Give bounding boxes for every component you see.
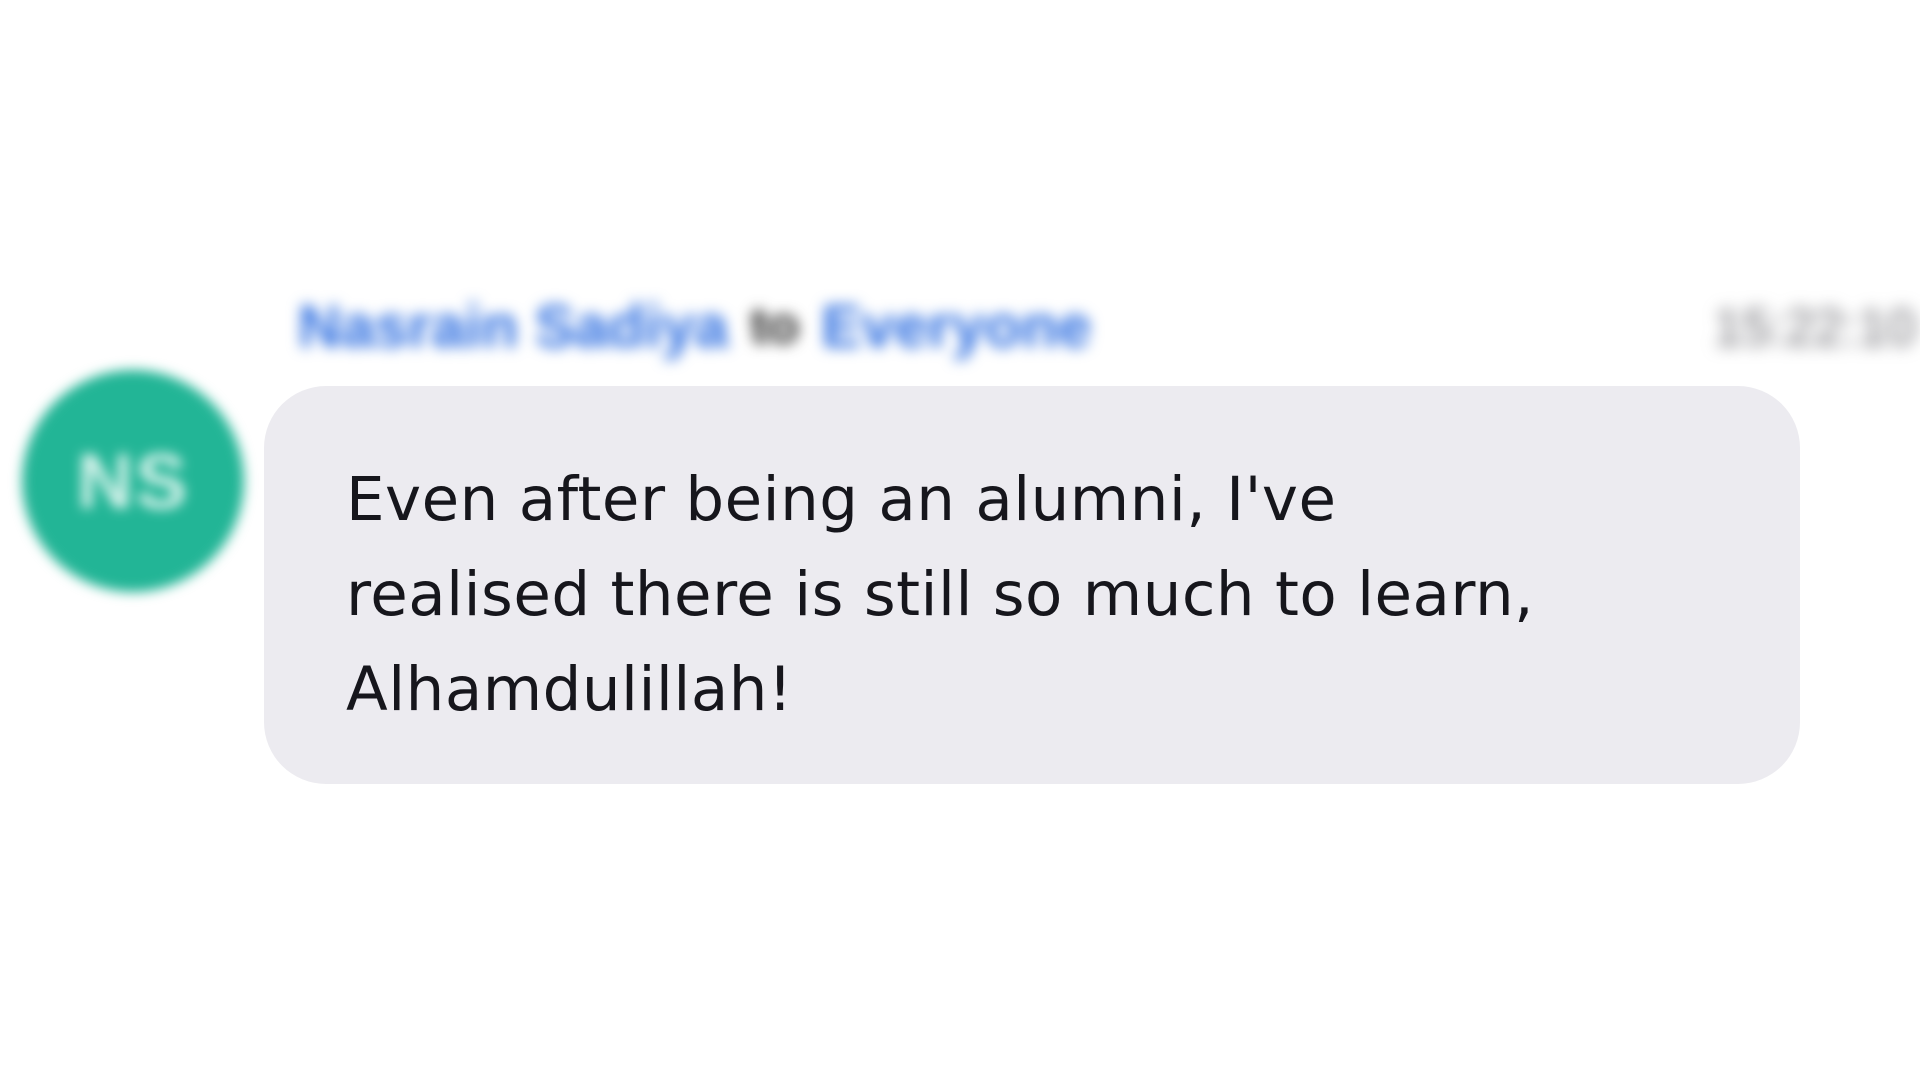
- recipient-name[interactable]: Everyone: [821, 292, 1091, 361]
- message-timestamp: 15:22:10: [1713, 299, 1916, 357]
- message-text: Even after being an alumni, I've realise…: [346, 464, 1534, 725]
- message-header: Nasrain Sadiya to Everyone: [298, 288, 1091, 364]
- sender-connector: to: [750, 297, 800, 355]
- chat-panel: Nasrain Sadiya to Everyone 15:22:10 NS E…: [0, 0, 1920, 1080]
- sender-name[interactable]: Nasrain Sadiya: [298, 292, 728, 361]
- avatar: NS: [22, 370, 244, 592]
- avatar-initials: NS: [76, 436, 190, 525]
- chat-message: Nasrain Sadiya to Everyone 15:22:10 NS E…: [0, 0, 1920, 1080]
- message-bubble[interactable]: Even after being an alumni, I've realise…: [264, 386, 1800, 784]
